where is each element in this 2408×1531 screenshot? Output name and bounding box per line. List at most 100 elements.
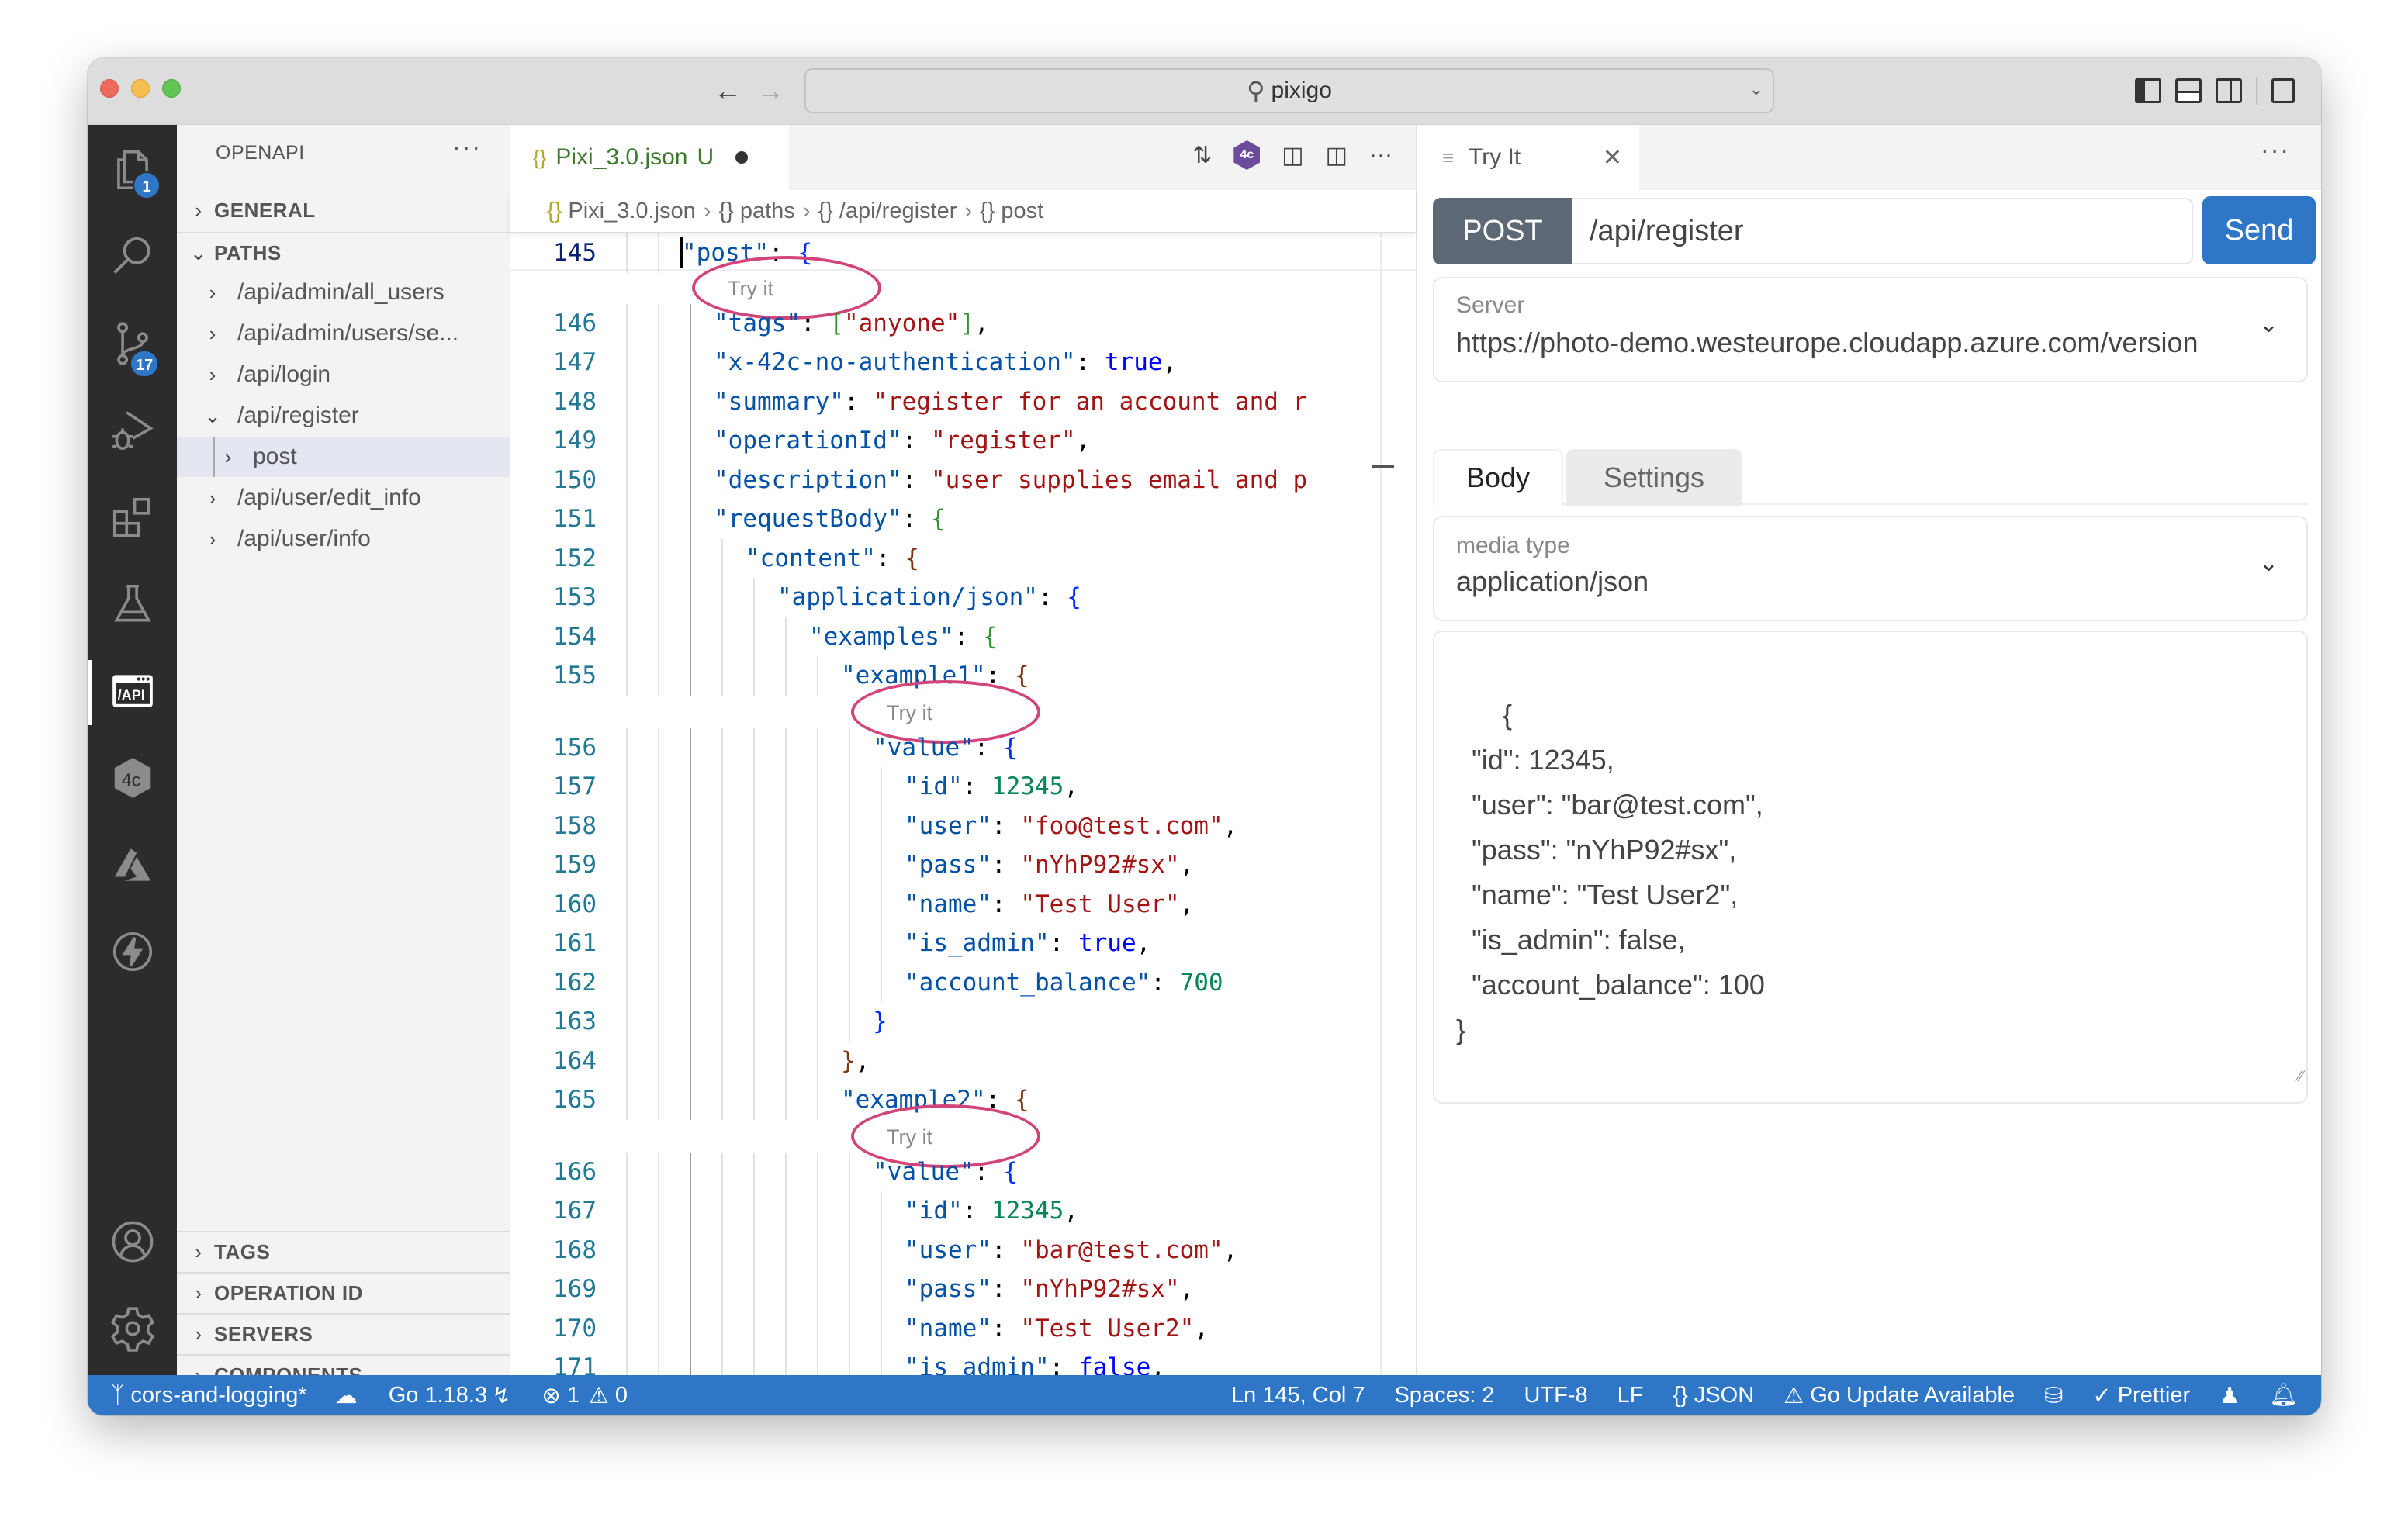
arrow-right-icon[interactable]: →	[756, 72, 784, 109]
api-icon[interactable]: /API	[88, 652, 177, 730]
encoding[interactable]: UTF-8	[1524, 1383, 1587, 1408]
toggle-panel-icon[interactable]	[2175, 78, 2202, 103]
section-paths[interactable]: ⌄ PATHS	[177, 232, 510, 272]
send-button[interactable]: Send	[2202, 196, 2316, 264]
request-path-input[interactable]: /api/register	[1572, 198, 2193, 264]
section-operation-id[interactable]: › OPERATION ID	[177, 1272, 510, 1312]
language-mode[interactable]: {} JSON	[1673, 1383, 1754, 1408]
tab-settings[interactable]: Settings	[1566, 449, 1742, 506]
more-actions-icon[interactable]: ···	[1369, 142, 1393, 168]
code-line[interactable]: 145 "post": {	[510, 232, 1416, 273]
gear-icon[interactable]	[88, 1290, 177, 1367]
tab-body[interactable]: Body	[1433, 449, 1563, 506]
path-item[interactable]: › /api/user/edit_info	[177, 478, 510, 518]
prettier-status[interactable]: ✓ Prettier	[2092, 1382, 2190, 1409]
section-servers[interactable]: › SERVERS	[177, 1313, 510, 1353]
code-line[interactable]: 162 "account_balance": 700	[510, 962, 1416, 1002]
customize-layout-icon[interactable]	[2271, 78, 2295, 103]
close-icon[interactable]: ✕	[1603, 144, 1622, 171]
minimize-window-button[interactable]	[131, 79, 150, 98]
operation-item-post[interactable]: › post	[177, 437, 510, 477]
bell-icon[interactable]: 🔔︎	[2269, 1382, 2298, 1408]
run-debug-icon[interactable]	[88, 392, 177, 469]
breadcrumb-item[interactable]: post	[1001, 199, 1043, 224]
code-line[interactable]: 164},	[510, 1041, 1416, 1080]
account-icon[interactable]	[88, 1203, 177, 1280]
more-actions-icon[interactable]: ···	[2261, 136, 2290, 164]
code-line[interactable]: 148 "summary": "register for an account a…	[510, 382, 1416, 421]
compare-changes-icon[interactable]: ⇅	[1192, 142, 1212, 169]
toggle-primary-sidebar-icon[interactable]	[2135, 78, 2161, 103]
problems-indicator[interactable]: ⊗ 1 ⚠ 0	[541, 1382, 628, 1409]
code-line[interactable]: 161 "is_admin": true,	[510, 924, 1416, 963]
lightning-icon[interactable]	[88, 913, 177, 990]
code-editor[interactable]: 145 "post": {Try it 146 "tags": ["anyone"],…	[510, 232, 1416, 1375]
chevron-down-icon[interactable]: ⌄	[1749, 79, 1763, 99]
arrow-left-icon[interactable]: ←	[714, 72, 742, 109]
code-line[interactable]: 149 "operationId": "register",	[510, 421, 1416, 461]
code-line[interactable]: 166 "value": {	[510, 1152, 1416, 1191]
breadcrumb-item[interactable]: /api/register	[839, 199, 957, 224]
code-line[interactable]: 171 "is_admin": false,	[510, 1348, 1416, 1375]
azure-icon[interactable]	[88, 826, 177, 904]
toggle-secondary-sidebar-icon[interactable]	[2216, 78, 2242, 103]
more-actions-icon[interactable]: ···	[452, 133, 482, 161]
code-line[interactable]: 167 "id": 12345,	[510, 1191, 1416, 1231]
request-body-textarea[interactable]: { "id": 12345, "user": "bar@test.com", "…	[1433, 631, 2308, 1104]
path-item[interactable]: › /api/user/info	[177, 519, 510, 559]
extensions-icon[interactable]	[88, 479, 177, 556]
tab-try-it[interactable]: ≡ Try It ✕	[1417, 125, 1639, 190]
section-tags[interactable]: › TAGS	[177, 1231, 510, 1271]
close-window-button[interactable]	[100, 79, 119, 98]
42c-hex-icon[interactable]: 4c	[88, 739, 177, 817]
code-line[interactable]: 168 "user": "bar@test.com",	[510, 1230, 1416, 1270]
live-share-icon[interactable]: ♟	[2219, 1382, 2240, 1409]
breadcrumb-item[interactable]: Pixi_3.0.json	[568, 199, 695, 224]
code-line[interactable]: 154 "examples": {	[510, 617, 1416, 656]
command-center-search[interactable]: ⚲ pixigo ⌄	[804, 68, 1774, 113]
code-line[interactable]: 163}	[510, 1002, 1416, 1042]
path-label: /api/register	[237, 403, 359, 428]
path-item[interactable]: › /api/admin/all_users	[177, 272, 510, 313]
section-general[interactable]: › GENERAL	[177, 190, 510, 230]
code-line[interactable]: 153 "application/json": {	[510, 578, 1416, 617]
flask-icon[interactable]	[88, 565, 177, 643]
42c-audit-icon[interactable]: 4c	[1233, 140, 1261, 170]
path-item[interactable]: › /api/admin/users/se...	[177, 313, 510, 354]
cursor-position[interactable]: Ln 145, Col 7	[1231, 1383, 1365, 1408]
go-update-notice[interactable]: ⚠ Go Update Available	[1784, 1382, 2015, 1409]
split-editor-icon[interactable]: ◫	[1326, 142, 1348, 169]
media-type-select[interactable]: media type application/json ⌄	[1433, 516, 2308, 621]
indent-guide	[785, 1348, 787, 1375]
code-line[interactable]: 147 "x-42c-no-authentication": true,	[510, 343, 1416, 382]
indentation[interactable]: Spaces: 2	[1394, 1383, 1494, 1408]
code-line[interactable]: 158 "user": "foo@test.com",	[510, 806, 1416, 845]
code-line[interactable]: 169 "pass": "nYhP92#sx",	[510, 1270, 1416, 1309]
code-line[interactable]: 160 "name": "Test User",	[510, 884, 1416, 924]
code-line[interactable]: 156 "value": {	[510, 727, 1416, 767]
files-icon[interactable]: 1	[88, 131, 177, 209]
code-line[interactable]: 159 "pass": "nYhP92#sx",	[510, 845, 1416, 885]
go-version[interactable]: Go 1.18.3 ↯	[389, 1382, 511, 1409]
resize-handle-icon[interactable]: ∕∕	[2298, 1054, 2303, 1099]
open-preview-icon[interactable]: ◫	[1282, 142, 1303, 169]
code-line[interactable]: 150 "description": "user supplies email a…	[510, 460, 1416, 499]
server-select[interactable]: Server https://photo-demo.westeurope.clo…	[1433, 277, 2308, 382]
breadcrumb-item[interactable]: paths	[740, 199, 795, 224]
code-line[interactable]: 170 "name": "Test User2",	[510, 1308, 1416, 1348]
branch-indicator[interactable]: ᛉ cors-and-logging*	[111, 1383, 307, 1408]
copilot-icon[interactable]: ⛁	[2044, 1382, 2063, 1409]
maximize-window-button[interactable]	[162, 79, 181, 98]
path-item[interactable]: ⌄ /api/register	[177, 396, 510, 436]
path-item[interactable]: › /api/login	[177, 354, 510, 395]
code-line[interactable]: 157 "id": 12345,	[510, 767, 1416, 807]
code-line[interactable]: 152 "content": {	[510, 538, 1416, 578]
tab-pixi-json[interactable]: {} Pixi_3.0.json U	[510, 125, 789, 190]
end-of-line[interactable]: LF	[1617, 1383, 1644, 1408]
unsaved-dot-icon[interactable]	[735, 151, 749, 164]
search-icon[interactable]	[88, 218, 177, 295]
code-line[interactable]: 146 "tags": ["anyone"],	[510, 303, 1416, 343]
sync-icon[interactable]: ☁	[335, 1382, 358, 1409]
source-control-icon[interactable]: 17	[88, 305, 177, 382]
code-line[interactable]: 151 "requestBody": {	[510, 499, 1416, 539]
